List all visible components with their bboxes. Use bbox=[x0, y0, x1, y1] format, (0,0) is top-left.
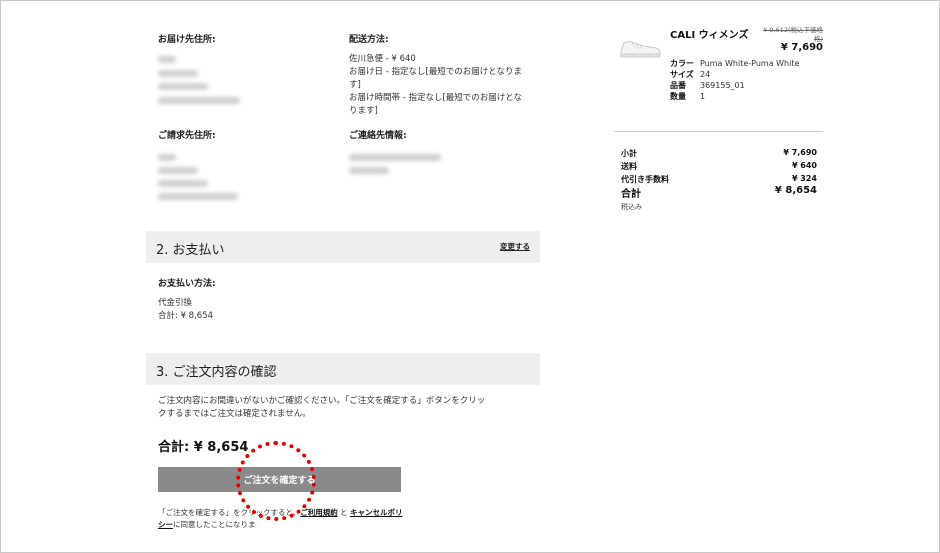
shipping-fee-row: 送料 ¥ 640 bbox=[621, 161, 817, 171]
billing-address-label: ご請求先住所: bbox=[158, 131, 216, 141]
shipping-address-label: お届け先住所: bbox=[158, 35, 216, 45]
terms-notice: 「ご注文を確定する」をクリックすると、ご利用規約 と キャンセルポリシーに同意し… bbox=[158, 508, 403, 529]
payment-method-value: 代金引換 bbox=[158, 298, 193, 308]
product-name: CALI ウィメンズ bbox=[670, 30, 749, 41]
payment-section-title: 2. お支払い bbox=[156, 243, 225, 258]
shipping-method-line: す] bbox=[349, 80, 361, 90]
confirm-section-header: 3. ご注文内容の確認 bbox=[146, 353, 540, 385]
confirm-section-title: 3. ご注文内容の確認 bbox=[156, 365, 277, 380]
contact-label: ご連絡先情報: bbox=[349, 131, 407, 141]
payment-section-header: 2. お支払い 変更する bbox=[146, 231, 540, 263]
shipping-method-line: お届け時間帯 - 指定なし[最短でのお届けとな bbox=[349, 93, 523, 103]
change-payment-link[interactable]: 変更する bbox=[500, 241, 530, 252]
shipping-method-line: ります] bbox=[349, 106, 378, 116]
shipping-method-label: 配送方法: bbox=[349, 35, 389, 45]
order-total: 合計: ¥ 8,654 bbox=[158, 440, 249, 455]
confirm-message: クするまではご注文は確定されません。 bbox=[158, 409, 311, 419]
subtotal-row: 小計 ¥ 7,690 bbox=[621, 148, 817, 158]
payment-method-label: お支払い方法: bbox=[158, 279, 216, 289]
product-attr-sku: 品番 369155_01 bbox=[670, 81, 745, 90]
product-attr-size: サイズ 24 bbox=[670, 70, 711, 79]
summary-divider bbox=[614, 131, 823, 132]
confirm-message: ご注文内容にお間違いがないかご確認ください。「ご注文を確定する」ボタンをクリッ bbox=[158, 396, 486, 406]
sale-price: ¥ 7,690 bbox=[780, 42, 823, 53]
payment-total: 合計: ¥ 8,654 bbox=[158, 311, 214, 321]
place-order-button[interactable]: ご注文を確定する bbox=[158, 467, 401, 492]
product-attr-qty: 数量 1 bbox=[670, 92, 706, 101]
terms-of-use-link[interactable]: ご利用規約 bbox=[300, 508, 338, 517]
summary-total-row: 合計 ¥ 8,654 bbox=[621, 185, 817, 200]
sneaker-icon bbox=[620, 41, 661, 58]
page-frame bbox=[0, 0, 940, 553]
product-thumbnail bbox=[618, 34, 662, 60]
cod-fee-row: 代引き手数料 ¥ 324 bbox=[621, 174, 817, 184]
product-attr-color: カラー Puma White-Puma White bbox=[670, 59, 800, 68]
tax-included-note: 税込み bbox=[621, 203, 642, 211]
shipping-method-line: お届け日 - 指定なし[最短でのお届けとなりま bbox=[349, 67, 523, 77]
shipping-method-line: 佐川急便 - ¥ 640 bbox=[349, 54, 416, 64]
